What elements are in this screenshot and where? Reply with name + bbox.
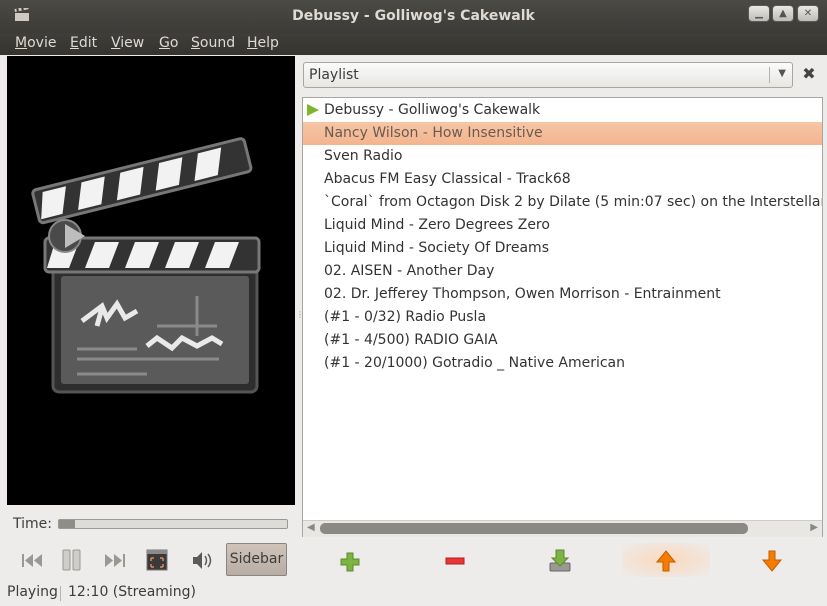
playlist-item[interactable]: (#1 - 4/500) RADIO GAIA [303, 329, 822, 352]
title-bar: Debussy - Golliwog's Cakewalk ▁ ▲ ✕ [0, 0, 827, 33]
divider [60, 586, 61, 601]
move-down-button[interactable] [760, 543, 784, 577]
playlist-item-label: 02. Dr. Jefferey Thompson, Owen Morrison… [324, 286, 721, 302]
playlist-item[interactable]: Liquid Mind - Zero Degrees Zero [303, 214, 822, 237]
close-icon: ✖ [802, 64, 816, 83]
playlist-item-label: (#1 - 20/1000) Gotradio _ Native America… [324, 355, 626, 371]
status-bar: Playing 12:10 (Streaming) [7, 584, 196, 601]
playlist-item-label: Abacus FM Easy Classical - Track68 [324, 171, 571, 187]
minus-icon [445, 557, 465, 565]
pause-button[interactable] [60, 543, 84, 577]
close-sidebar-button[interactable]: ✖ [800, 64, 818, 83]
minimize-icon: ▁ [755, 8, 763, 19]
menu-bar: Movie Edit View Go Sound Help [0, 33, 827, 55]
speaker-icon [193, 552, 212, 569]
remove-from-playlist-button[interactable] [443, 543, 467, 577]
add-to-playlist-button[interactable] [338, 543, 362, 577]
playlist-item-label: Debussy - Golliwog's Cakewalk [324, 102, 541, 118]
playlist-item[interactable]: (#1 - 20/1000) Gotradio _ Native America… [303, 352, 822, 375]
menu-edit[interactable]: Edit [70, 35, 97, 51]
divider [769, 67, 770, 83]
fullscreen-icon [146, 549, 168, 571]
previous-button[interactable] [20, 543, 44, 577]
clapperboard-logo [31, 137, 261, 394]
save-icon [549, 549, 571, 572]
playback-state: Playing [7, 584, 58, 600]
sidebar-selector-label: Playlist [309, 67, 359, 83]
scroll-left-icon[interactable]: ◀ [307, 522, 315, 533]
skip-back-icon [22, 554, 42, 567]
playlist-item[interactable]: Liquid Mind - Society Of Dreams [303, 237, 822, 260]
sidebar-selector[interactable]: Playlist ▼ [303, 62, 793, 88]
playlist-item-label: Liquid Mind - Society Of Dreams [324, 240, 549, 256]
arrow-down-icon [761, 550, 783, 572]
playlist-item-selected[interactable]: Nancy Wilson - How Insensitive [303, 122, 822, 145]
scroll-right-icon[interactable]: ▶ [810, 522, 818, 533]
pane-splitter[interactable]: ⋮ [296, 310, 304, 328]
chevron-down-icon: ▼ [778, 68, 786, 79]
maximize-icon: ▲ [779, 8, 787, 19]
menu-sound[interactable]: Sound [191, 35, 235, 51]
seek-slider[interactable] [58, 519, 288, 529]
playlist[interactable]: Debussy - Golliwog's Cakewalk Nancy Wils… [302, 97, 823, 537]
maximize-button[interactable]: ▲ [772, 5, 794, 22]
scrollbar-thumb[interactable] [320, 523, 748, 534]
menu-go[interactable]: Go [159, 35, 178, 51]
playlist-item-label: (#1 - 4/500) RADIO GAIA [324, 332, 498, 348]
playlist-item[interactable]: 02. AISEN - Another Day [303, 260, 822, 283]
window-title: Debussy - Golliwog's Cakewalk [292, 8, 535, 24]
playlist-item-label: (#1 - 0/32) Radio Pusla [324, 309, 487, 325]
seek-progress [59, 520, 75, 528]
minimize-button[interactable]: ▁ [748, 5, 770, 22]
time-label: Time: [13, 516, 52, 532]
move-up-button[interactable] [622, 543, 710, 577]
playlist-horizontal-scrollbar[interactable]: ◀ ▶ [303, 520, 822, 537]
playlist-item-label: 02. AISEN - Another Day [324, 263, 495, 279]
playlist-item[interactable]: 02. Dr. Jefferey Thompson, Owen Morrison… [303, 283, 822, 306]
menu-help[interactable]: Help [247, 35, 279, 51]
next-button[interactable] [103, 543, 127, 577]
play-indicator-icon [307, 104, 319, 116]
fullscreen-button[interactable] [145, 543, 169, 577]
playlist-item[interactable]: Sven Radio [303, 145, 822, 168]
playlist-item-label: Nancy Wilson - How Insensitive [324, 125, 543, 141]
sidebar-toggle-button[interactable]: Sidebar [226, 543, 287, 576]
playlist-item-now-playing[interactable]: Debussy - Golliwog's Cakewalk [303, 99, 822, 122]
pause-icon [62, 549, 81, 571]
plus-icon [340, 552, 360, 572]
playlist-item[interactable]: `Coral` from Octagon Disk 2 by Dilate (5… [303, 191, 823, 214]
skip-forward-icon [105, 554, 125, 567]
playlist-item-label: Sven Radio [324, 148, 403, 164]
playlist-item-label: Liquid Mind - Zero Degrees Zero [324, 217, 550, 233]
close-icon: ✕ [803, 8, 813, 19]
volume-button[interactable] [190, 543, 214, 577]
save-playlist-button[interactable] [548, 543, 572, 577]
playlist-item[interactable]: Abacus FM Easy Classical - Track68 [303, 168, 822, 191]
playlist-item[interactable]: (#1 - 0/32) Radio Pusla [303, 306, 822, 329]
menu-movie[interactable]: Movie [15, 35, 56, 51]
menu-view[interactable]: View [111, 35, 144, 51]
playlist-item-label: `Coral` from Octagon Disk 2 by Dilate (5… [324, 194, 823, 210]
video-area[interactable] [7, 56, 295, 505]
playback-time: 12:10 (Streaming) [68, 584, 197, 600]
close-window-button[interactable]: ✕ [797, 5, 819, 22]
arrow-up-icon [655, 550, 677, 572]
